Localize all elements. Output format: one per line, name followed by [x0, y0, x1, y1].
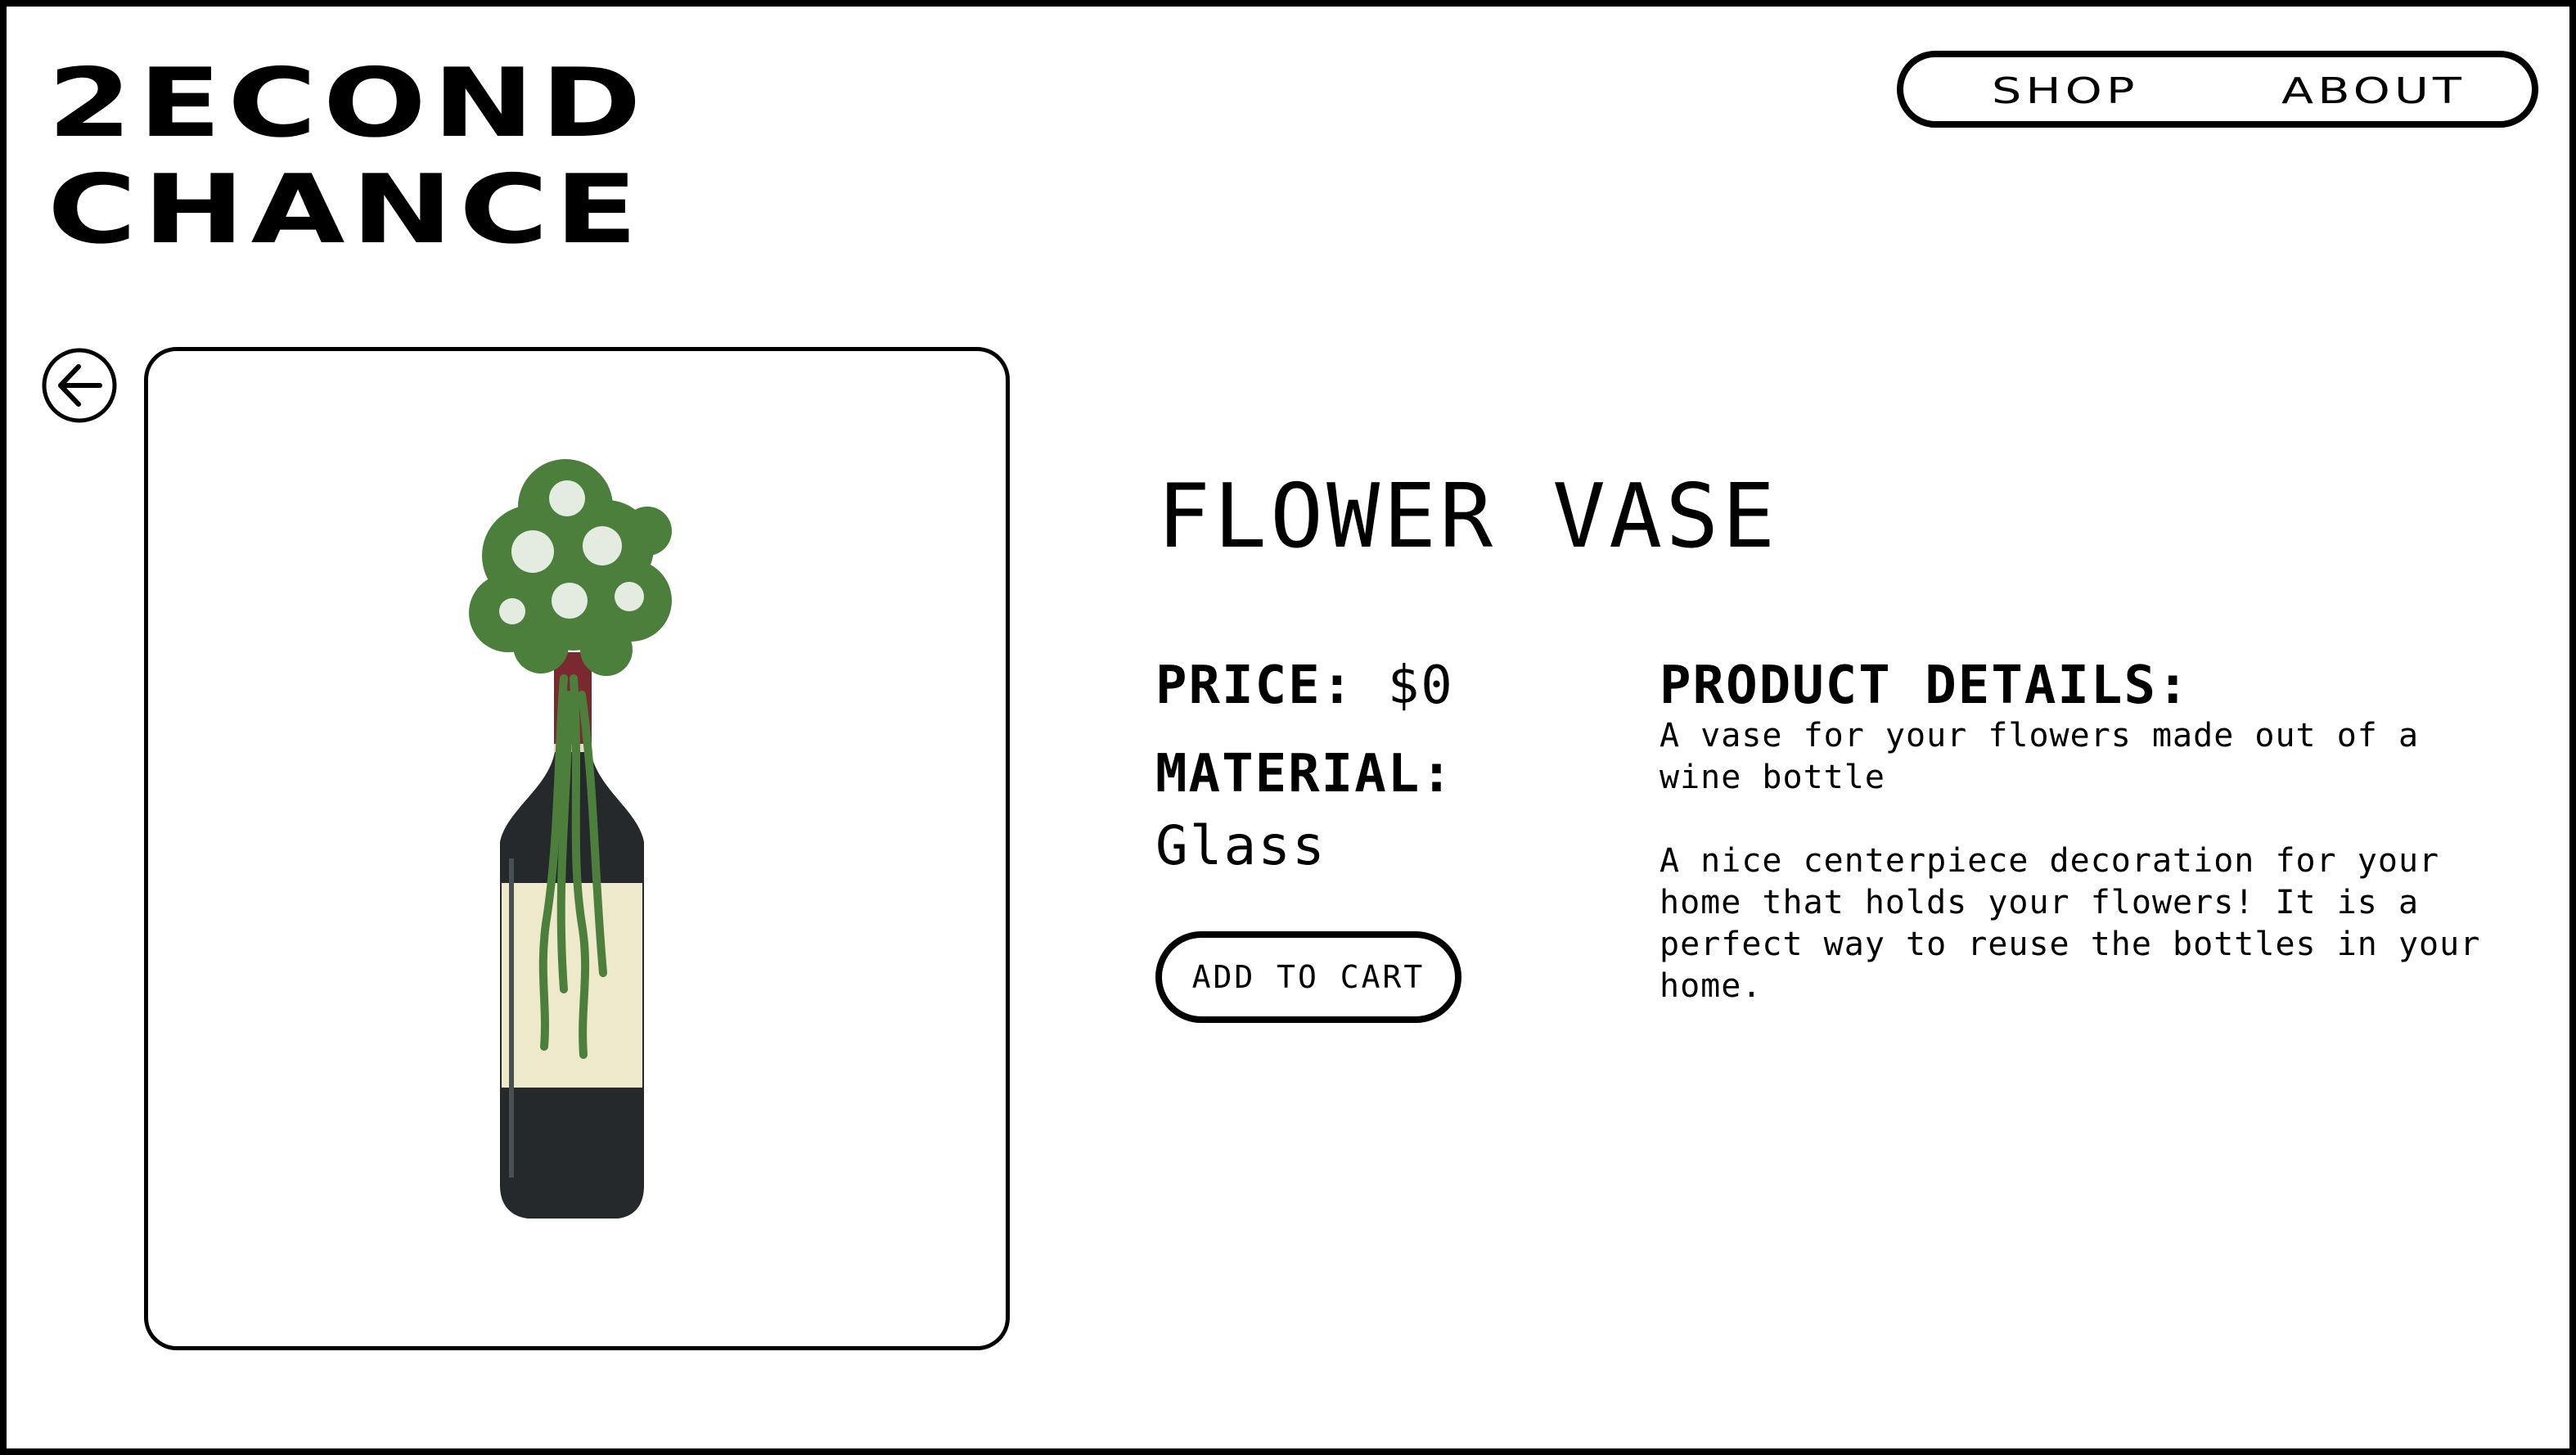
- price-row: PRICE: $0: [1155, 655, 1454, 717]
- logo-line-2: CHANCE: [47, 155, 644, 265]
- arrow-left-circle-icon: [42, 348, 117, 423]
- material-value: Glass: [1155, 814, 1326, 877]
- brand-logo[interactable]: 2ECOND CHANCE: [47, 51, 648, 264]
- price-label: PRICE:: [1155, 655, 1355, 716]
- logo-line-1: 2ECOND: [47, 48, 648, 159]
- nav-about-link[interactable]: ABOUT: [2281, 74, 2466, 110]
- description-paragraph-1: A vase for your flowers made out of a wi…: [1660, 717, 2420, 796]
- product-image: [469, 459, 672, 1219]
- product-details-heading: PRODUCT DETAILS:: [1660, 655, 2191, 716]
- top-nav: SHOP ABOUT: [1897, 51, 2538, 128]
- nav-shop-link[interactable]: SHOP: [1992, 74, 2139, 110]
- back-button[interactable]: [41, 347, 118, 424]
- product-description: A vase for your flowers made out of a wi…: [1660, 715, 2494, 1049]
- description-paragraph-2: A nice centerpiece decoration for your h…: [1660, 842, 2481, 1005]
- product-title: FLOWER VASE: [1157, 466, 1779, 568]
- product-image-card: [144, 347, 1010, 1350]
- material-label: MATERIAL:: [1155, 744, 1454, 804]
- price-value: $0: [1387, 655, 1454, 716]
- add-to-cart-button[interactable]: ADD TO CART: [1155, 931, 1461, 1023]
